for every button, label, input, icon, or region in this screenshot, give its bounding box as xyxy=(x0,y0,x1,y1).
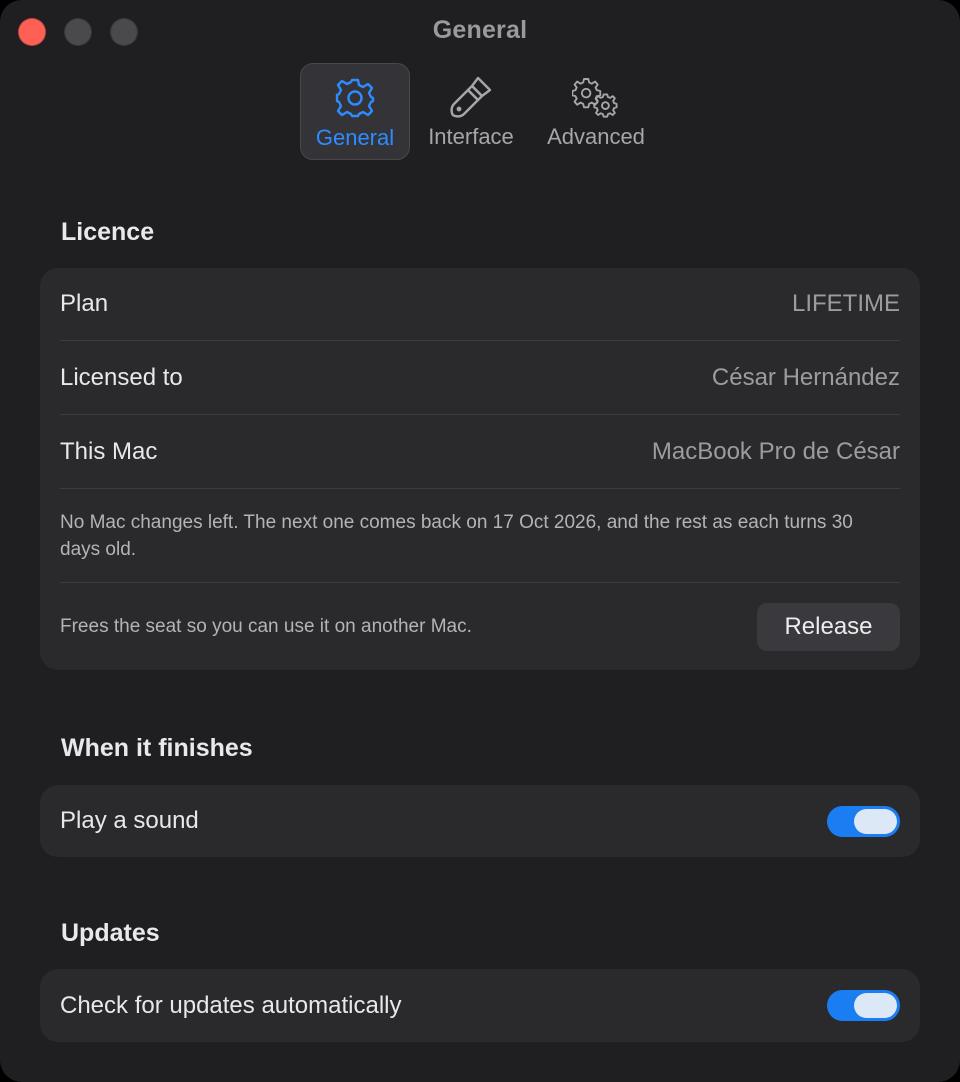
toggle-knob xyxy=(854,993,897,1018)
tab-interface-label: Interface xyxy=(428,124,514,149)
auto-update-label: Check for updates automatically xyxy=(60,991,402,1019)
release-button[interactable]: Release xyxy=(757,602,900,651)
play-sound-label: Play a sound xyxy=(60,807,199,834)
licensed-to-label: Licensed to xyxy=(60,363,183,391)
licensed-to-value: César Hernández xyxy=(711,363,900,391)
licence-card: Plan LIFETIME Licensed to César Hernánde… xyxy=(40,268,920,670)
window-title: General xyxy=(432,16,528,44)
release-row: Frees the seat so you can use it on anot… xyxy=(60,583,900,670)
this-mac-row: This Mac MacBook Pro de César xyxy=(60,415,900,489)
gear-icon xyxy=(331,74,379,122)
this-mac-value: MacBook Pro de César xyxy=(651,437,900,465)
licensed-to-row: Licensed to César Hernández xyxy=(60,341,900,415)
this-mac-label: This Mac xyxy=(60,437,158,465)
plan-row: Plan LIFETIME xyxy=(60,268,900,341)
mac-changes-row: No Mac changes left. The next one comes … xyxy=(60,489,900,583)
tab-general[interactable]: General xyxy=(300,63,410,160)
mac-changes-note: No Mac changes left. The next one comes … xyxy=(60,511,853,560)
finish-section-title: When it finishes xyxy=(61,734,253,762)
preferences-window: General General Interface Advanced Licen… xyxy=(0,0,960,1082)
play-sound-row: Play a sound xyxy=(60,785,900,857)
toggle-knob xyxy=(854,808,897,834)
play-sound-toggle[interactable] xyxy=(827,805,900,837)
preferences-toolbar: General Interface Advanced xyxy=(0,63,960,161)
tab-advanced-label: Advanced xyxy=(547,124,645,149)
auto-update-row: Check for updates automatically xyxy=(60,969,900,1042)
release-hint: Frees the seat so you can use it on anot… xyxy=(60,616,472,637)
tab-interface[interactable]: Interface xyxy=(416,63,526,160)
gears-icon xyxy=(572,73,620,121)
tab-general-label: General xyxy=(315,125,395,150)
finish-card: Play a sound xyxy=(40,785,920,857)
auto-update-toggle[interactable] xyxy=(827,990,900,1021)
plan-label: Plan xyxy=(60,290,109,317)
updates-card: Check for updates automatically xyxy=(40,969,920,1042)
updates-section-title: Updates xyxy=(61,919,160,947)
licence-section-title: Licence xyxy=(61,218,155,246)
paintbrush-icon xyxy=(447,73,495,121)
tab-advanced[interactable]: Advanced xyxy=(532,63,660,160)
plan-value: LIFETIME xyxy=(791,290,900,317)
